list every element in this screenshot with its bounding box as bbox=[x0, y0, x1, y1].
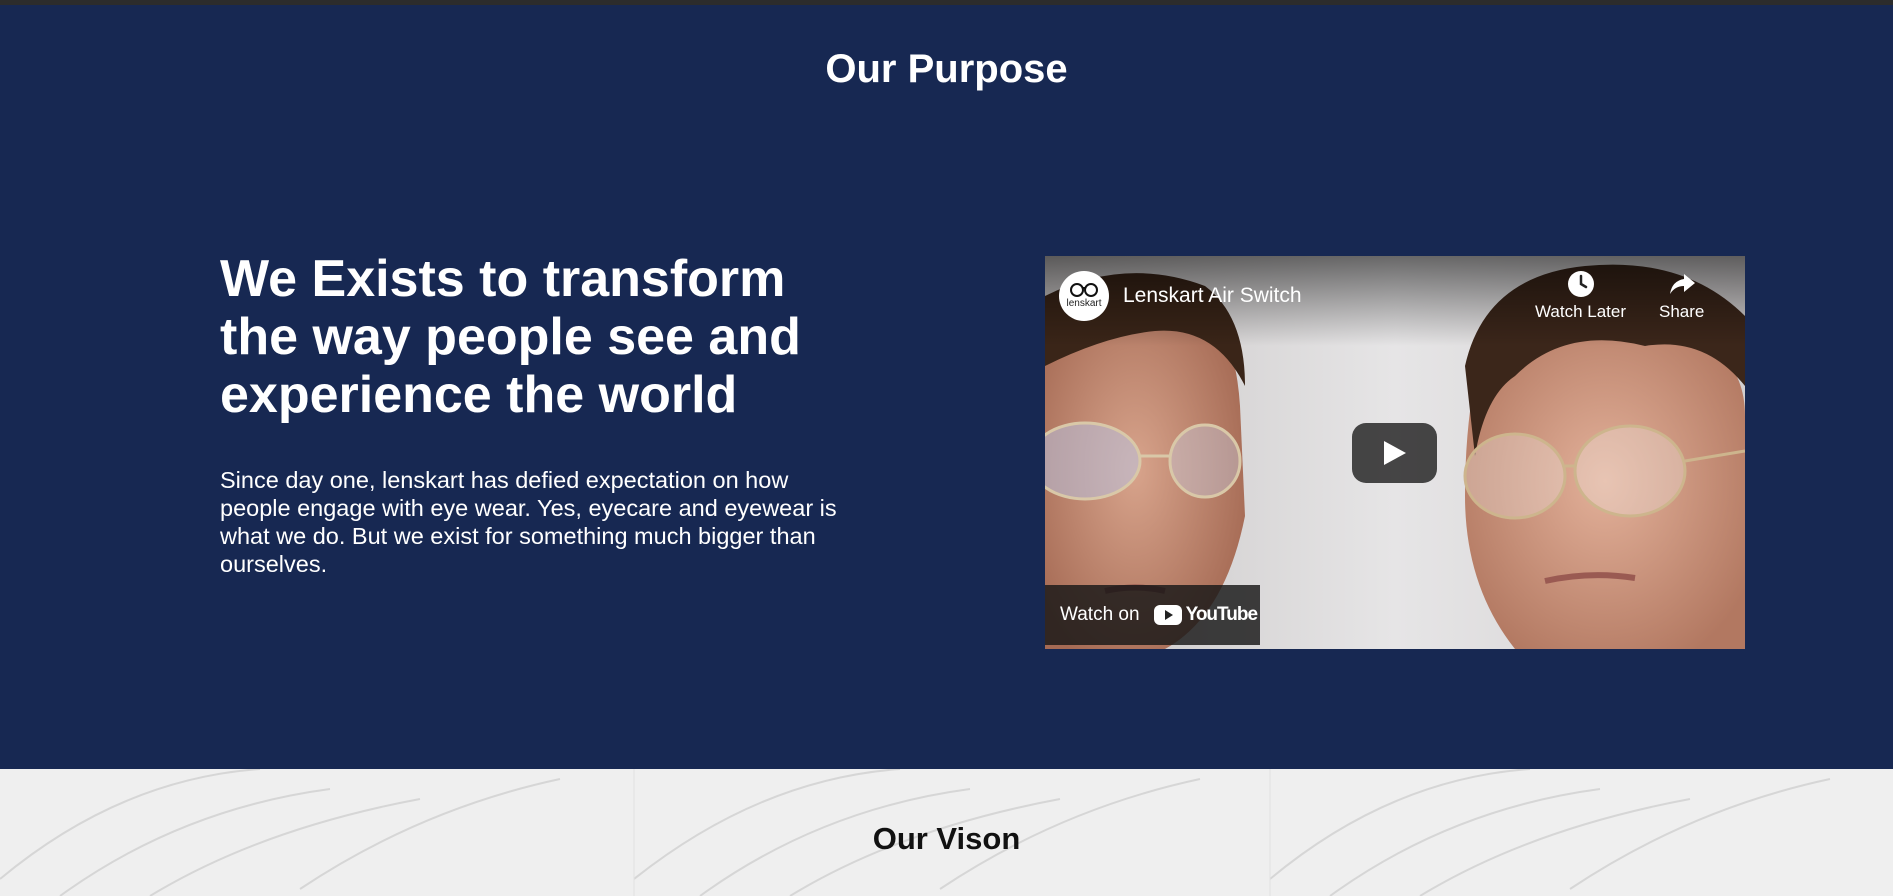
youtube-wordmark: YouTube bbox=[1185, 604, 1258, 625]
play-button[interactable] bbox=[1352, 423, 1437, 483]
watch-later-button[interactable]: Watch Later bbox=[1535, 270, 1626, 322]
youtube-logo-icon bbox=[1153, 605, 1182, 625]
vision-section: Our Vison bbox=[0, 769, 1893, 896]
purpose-title: Our Purpose bbox=[825, 47, 1068, 91]
channel-logo-text: lenskart bbox=[1066, 298, 1102, 309]
video-title[interactable]: Lenskart Air Switch bbox=[1123, 282, 1302, 310]
purpose-description: Since day one, lenskart has defied expec… bbox=[220, 467, 837, 577]
share-arrow-icon bbox=[1669, 274, 1695, 294]
youtube-video-embed[interactable]: lenskart Lenskart Air Switch Watch Later… bbox=[1045, 256, 1745, 649]
share-label: Share bbox=[1659, 302, 1705, 321]
clock-icon bbox=[1567, 271, 1594, 297]
glasses-logo-icon bbox=[1070, 283, 1098, 297]
purpose-headline: We Exists to transform the way people se… bbox=[220, 250, 801, 424]
vision-title: Our Vison bbox=[872, 821, 1021, 856]
watch-later-label: Watch Later bbox=[1535, 302, 1627, 321]
watch-on-youtube-link[interactable]: Watch on YouTube bbox=[1045, 585, 1260, 645]
play-icon bbox=[1383, 441, 1406, 465]
share-button[interactable]: Share bbox=[1659, 270, 1704, 322]
watch-on-label: Watch on bbox=[1060, 604, 1140, 625]
purpose-section: Our Purpose We Exists to transform the w… bbox=[0, 5, 1893, 769]
channel-logo[interactable]: lenskart bbox=[1059, 271, 1109, 321]
